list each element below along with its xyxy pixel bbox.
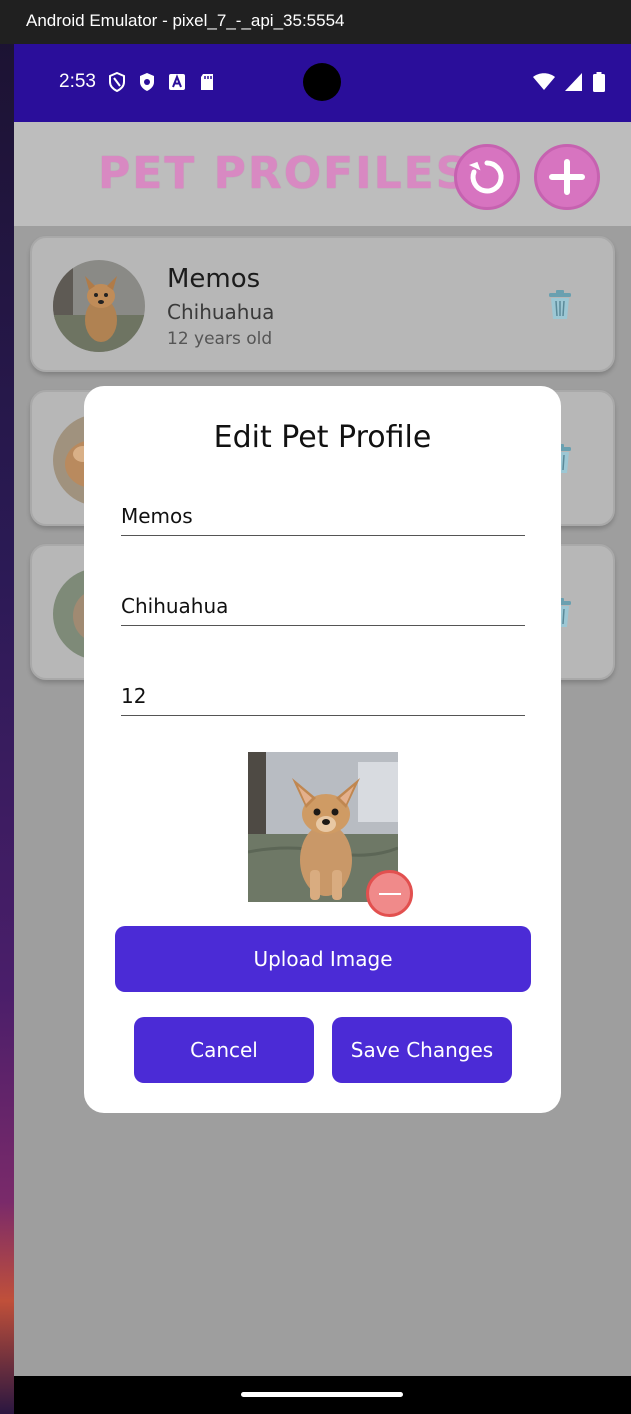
wifi-icon — [533, 73, 555, 90]
desktop-wallpaper — [0, 0, 14, 1414]
status-icons-left — [108, 72, 216, 92]
pet-age: 12 years old — [167, 329, 273, 349]
app-title: PET PROFILES — [98, 148, 470, 199]
edit-pet-dialog: Edit Pet Profile Memos Chihuahua 12 Uplo… — [84, 386, 561, 1113]
dialog-title: Edit Pet Profile — [213, 420, 432, 455]
status-icons-right — [533, 72, 605, 92]
sd-card-icon — [201, 74, 213, 90]
trash-icon[interactable] — [547, 290, 573, 320]
add-pet-button[interactable] — [534, 144, 600, 210]
app-bar: PET PROFILES — [14, 122, 631, 226]
plus-icon — [549, 159, 585, 195]
pet-name: Memos — [167, 264, 261, 294]
pet-breed: Chihuahua — [167, 300, 275, 324]
refresh-icon — [468, 160, 504, 194]
pet-photo-preview — [248, 752, 413, 917]
save-changes-button[interactable]: Save Changes — [332, 1017, 512, 1083]
home-gesture-handle[interactable] — [241, 1392, 403, 1397]
minus-icon — [378, 892, 401, 895]
refresh-button[interactable] — [454, 144, 520, 210]
shield-filled-icon — [140, 73, 154, 91]
cancel-button[interactable]: Cancel — [134, 1017, 314, 1083]
upload-image-button[interactable]: Upload Image — [115, 926, 531, 992]
text-a-icon — [169, 74, 185, 90]
pet-card[interactable]: Memos Chihuahua 12 years old — [30, 236, 615, 372]
signal-icon — [565, 73, 582, 91]
phone-screen: 2:53 PET PROFILES Memos Chihuahua 12 yea… — [14, 44, 631, 1414]
pet-name-field[interactable] — [121, 494, 525, 536]
front-camera-cutout — [303, 63, 341, 101]
shield-outline-icon — [109, 72, 125, 92]
pet-age-field[interactable] — [121, 674, 525, 716]
status-bar: 2:53 — [14, 44, 631, 122]
battery-icon — [593, 72, 605, 92]
emulator-window-title: Android Emulator - pixel_7_-_api_35:5554 — [0, 0, 631, 44]
remove-photo-button[interactable] — [366, 870, 413, 917]
pet-breed-field[interactable] — [121, 584, 525, 626]
pet-avatar — [53, 260, 145, 352]
status-time: 2:53 — [59, 71, 96, 92]
